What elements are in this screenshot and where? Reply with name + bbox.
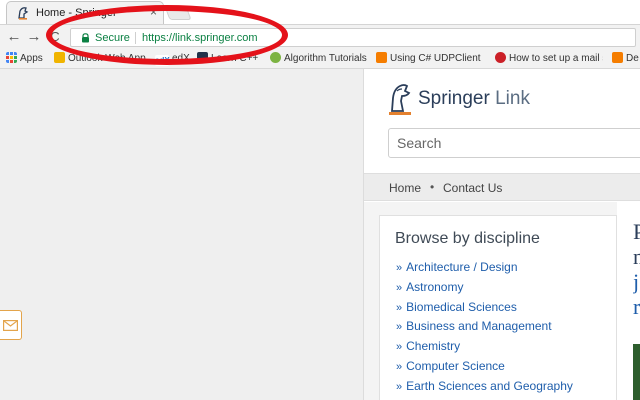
bookmark-label: edX [172, 53, 190, 64]
blogger-icon [376, 52, 387, 63]
teaser-fragment: j [633, 269, 640, 294]
teaser-fragment: P [633, 219, 640, 244]
bookmark-label: How to set up a mail s [509, 53, 603, 64]
discipline-list: » Architecture / Design » Astronomy » Biome… [396, 260, 573, 399]
bookmark-learn-cpp[interactable]: Learn C++ [197, 52, 258, 66]
bookmark-de[interactable]: De [612, 52, 640, 66]
discipline-link[interactable]: » Astronomy [396, 280, 573, 300]
bullet: » [396, 341, 403, 354]
new-tab-button[interactable] [164, 6, 192, 20]
springer-favicon-icon [18, 7, 29, 20]
discipline-link[interactable]: » Architecture / Design [396, 260, 573, 280]
bookmark-label: Apps [20, 53, 43, 64]
bullet: » [396, 360, 403, 373]
springer-horse-logo-icon [391, 84, 411, 112]
teaser-fragment: n [633, 244, 640, 269]
logo-underline [389, 112, 411, 115]
teaser-fragment: r [633, 294, 640, 319]
envelope-icon [3, 320, 18, 331]
tab-home-springer[interactable]: Home - Springer × [6, 1, 164, 24]
bookmark-outlook-web-app[interactable]: Outlook Web App [54, 52, 146, 66]
discipline-link[interactable]: » Earth Sciences and Geography [396, 379, 573, 399]
forward-arrow-icon[interactable]: → [26, 29, 42, 45]
apps-grid-icon [6, 52, 17, 63]
tab-strip: Home - Springer × [0, 0, 640, 24]
tab-close-icon[interactable]: × [150, 5, 157, 19]
back-arrow-icon[interactable]: ← [6, 29, 22, 45]
browser-toolbar: ← → C Secure https://link.springer.com [0, 24, 640, 48]
bullet: » [396, 301, 403, 314]
bookmark-algorithm-tutorials[interactable]: Algorithm Tutorials [270, 52, 367, 66]
browse-discipline-card: Browse by discipline » Architecture / Des… [379, 215, 617, 400]
browse-title: Browse by discipline [395, 230, 540, 247]
feedback-tab[interactable] [0, 310, 22, 340]
bookmark-label: Learn C++ [211, 53, 259, 64]
discipline-link[interactable]: » Biomedical Sciences [396, 300, 573, 320]
discipline-link[interactable]: » Chemistry [396, 339, 573, 359]
discipline-label: Chemistry [406, 339, 461, 354]
bookmark-udpclient[interactable]: Using C# UDPClient S [376, 52, 483, 66]
discipline-label: Astronomy [406, 279, 464, 294]
site-logo[interactable]: Springer Link [418, 88, 530, 110]
nav-home-link[interactable]: Home [389, 181, 421, 195]
blogger-icon [612, 52, 623, 63]
discipline-label: Earth Sciences and Geography [406, 378, 573, 393]
discipline-label: Business and Management [406, 319, 552, 334]
bullet: » [396, 262, 403, 274]
discipline-label: Computer Science [406, 358, 505, 373]
bookmark-label: Outlook Web App [68, 53, 146, 64]
logo-suffix: Link [495, 88, 530, 109]
discipline-label: Biomedical Sciences [406, 299, 517, 314]
page-background-left [0, 69, 363, 400]
url-text[interactable]: https://link.springer.com [142, 32, 258, 44]
promo-teaser[interactable]: P n j r [633, 219, 640, 319]
bookmark-label: De [626, 53, 639, 64]
springer-site: Springer Link Home • Contact Us Browse b… [363, 69, 640, 400]
site-subnav: Home • Contact Us [364, 173, 640, 201]
address-separator [135, 32, 136, 44]
bookmark-icon [270, 52, 281, 63]
bookmark-apps[interactable]: Apps [6, 52, 43, 66]
bullet: » [396, 281, 403, 294]
reload-icon[interactable]: C [47, 29, 63, 45]
discipline-link[interactable]: » Computer Science [396, 359, 573, 379]
bullet: » [396, 321, 403, 334]
bookmark-label: Using C# UDPClient S [390, 53, 483, 64]
nav-separator: • [430, 180, 435, 194]
tab-title: Home - Springer [36, 7, 117, 19]
promo-image[interactable] [633, 344, 640, 400]
search-input[interactable] [388, 128, 640, 158]
address-bar[interactable]: Secure https://link.springer.com [70, 28, 636, 47]
secure-label: Secure [95, 32, 130, 44]
discipline-label: Architecture / Design [406, 260, 518, 274]
bookmark-edx[interactable]: edX edX [155, 52, 190, 66]
pinterest-icon [495, 52, 506, 63]
lock-icon [82, 33, 89, 43]
cpp-icon [197, 52, 208, 63]
bookmarks-bar: Apps Outlook Web App edX edX Learn C++ Al… [0, 48, 640, 69]
nav-contact-link[interactable]: Contact Us [443, 181, 502, 195]
bookmark-label: Algorithm Tutorials [284, 53, 367, 64]
bullet: » [396, 380, 403, 393]
bookmark-mail-setup[interactable]: How to set up a mail s [495, 52, 603, 66]
discipline-link[interactable]: » Business and Management [396, 319, 573, 339]
logo-brand: Springer [418, 88, 490, 109]
folder-icon [54, 52, 65, 63]
edx-icon: edX [155, 55, 170, 66]
